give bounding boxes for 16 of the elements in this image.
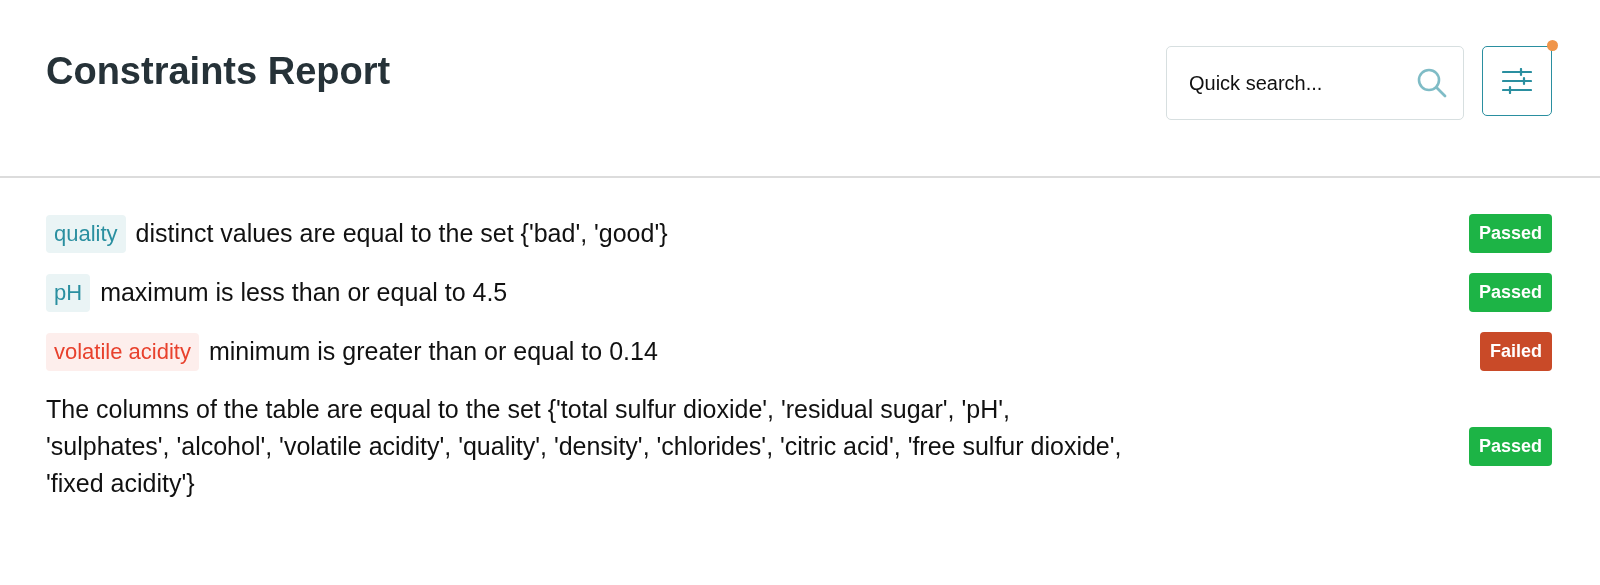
column-tag: quality (46, 214, 126, 253)
status-badge: Passed (1468, 273, 1552, 312)
report-title: Constraints Report (46, 50, 391, 93)
status-badge: Passed (1468, 427, 1552, 466)
constraint-text: The columns of the table are equal to the set {'total sulfur dioxide', 'residual sugar', 'pH', 'sulphates', 'alcohol', 'volatile acidity', 'quality', 'density', 'chlorides', 'citric acid', 'free sulfur dioxide', 'fixed acidity'} (46, 394, 1123, 499)
filter-button[interactable] (1482, 46, 1552, 116)
status-badge: Failed (1480, 332, 1552, 371)
status-badge: Passed (1468, 214, 1552, 253)
column-tag: pH (46, 273, 91, 312)
constraint-text: distinct values are equal to the set {'bad', 'good'} (135, 218, 668, 249)
sliders-icon (1502, 68, 1532, 94)
constraint-text: maximum is less than or equal to 4.5 (100, 277, 508, 308)
search-icon (1416, 67, 1448, 99)
search-field[interactable]: Quick search... (1166, 46, 1464, 120)
constraint-text: minimum is greater than or equal to 0.14 (208, 336, 658, 367)
column-tag: volatile acidity (46, 332, 199, 371)
